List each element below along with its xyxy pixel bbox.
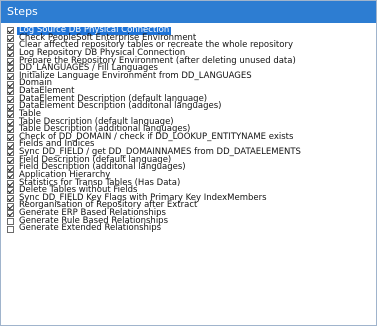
step-checkbox[interactable]	[7, 141, 14, 149]
step-checkbox[interactable]	[7, 103, 14, 111]
step-label: DataElement Description (additonal langu…	[19, 101, 222, 112]
step-checkbox[interactable]	[7, 172, 14, 180]
step-checkbox[interactable]	[7, 126, 14, 134]
step-checkbox[interactable]	[7, 111, 14, 119]
step-checkbox[interactable]	[7, 217, 14, 225]
step-checkbox[interactable]	[7, 179, 14, 187]
step-checkbox[interactable]	[7, 80, 14, 88]
step-checkbox[interactable]	[7, 118, 14, 126]
step-checkbox[interactable]	[7, 195, 14, 203]
step-checkbox[interactable]	[7, 187, 14, 195]
step-row[interactable]: Generate Extended Relationships	[7, 223, 376, 234]
steps-header: Steps	[1, 1, 376, 23]
step-checkbox[interactable]	[7, 225, 14, 233]
step-checkbox[interactable]	[7, 88, 14, 96]
step-checkbox[interactable]	[7, 34, 14, 42]
step-checkbox[interactable]	[7, 65, 14, 73]
step-checkbox[interactable]	[7, 149, 14, 157]
step-checkbox[interactable]	[7, 210, 14, 218]
step-checkbox[interactable]	[7, 164, 14, 172]
step-checkbox[interactable]	[7, 156, 14, 164]
step-row[interactable]: DataElement Description (additonal langu…	[7, 101, 376, 112]
step-checkbox[interactable]	[7, 27, 14, 35]
step-checkbox[interactable]	[7, 57, 14, 65]
step-row[interactable]: Initialize Language Environment from DD_…	[7, 70, 376, 81]
step-checkbox[interactable]	[7, 73, 14, 81]
step-checkbox[interactable]	[7, 202, 14, 210]
step-checkbox[interactable]	[7, 134, 14, 142]
steps-panel: Steps Log Source DB Physical Connection C…	[0, 0, 377, 326]
step-label: Initialize Language Environment from DD_…	[19, 70, 252, 81]
step-label: Generate Extended Relationships	[19, 223, 162, 234]
step-checkbox[interactable]	[7, 95, 14, 103]
step-checkbox[interactable]	[7, 42, 14, 50]
step-checkbox[interactable]	[7, 50, 14, 58]
steps-list: Log Source DB Physical Connection Check P…	[1, 23, 376, 233]
